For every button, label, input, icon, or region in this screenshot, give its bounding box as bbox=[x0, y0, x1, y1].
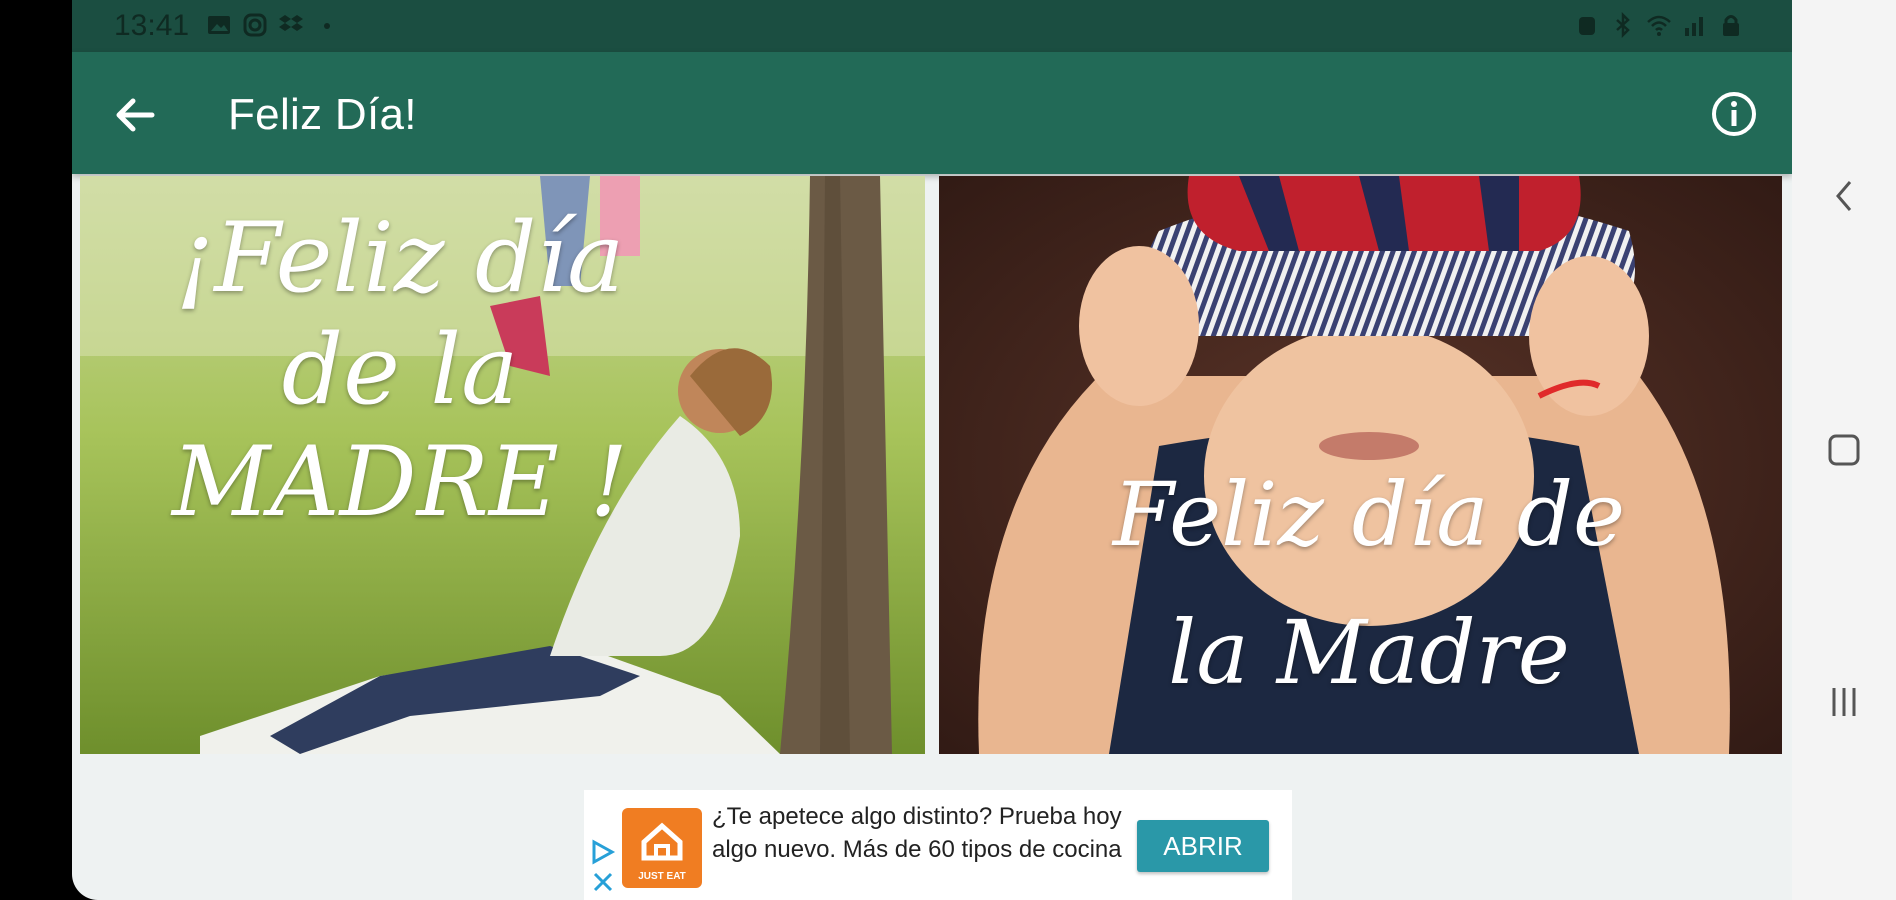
arrow-back-icon[interactable] bbox=[108, 88, 162, 142]
advertiser-logo[interactable]: JUST EAT bbox=[622, 808, 702, 888]
back-chevron-icon[interactable] bbox=[1830, 176, 1858, 216]
dropbox-icon bbox=[279, 15, 303, 31]
alarm-icon bbox=[1579, 17, 1595, 35]
greeting-card-mother-daughter[interactable]: ¡Feliz día de la MADRE ! bbox=[80, 176, 925, 754]
status-time: 13:41 bbox=[114, 9, 190, 42]
instagram-icon bbox=[243, 13, 267, 37]
phone-screen: 13:41 Feliz Día! ¡Feliz día de la MADRE … bbox=[72, 0, 1792, 900]
greeting-card-baby-hat[interactable]: Feliz día de la Madre bbox=[939, 176, 1782, 754]
dot-icon bbox=[324, 23, 330, 29]
wifi-icon bbox=[1647, 15, 1671, 36]
signal-icon bbox=[1685, 17, 1703, 36]
lock-icon bbox=[1723, 15, 1739, 36]
app-bar: Feliz Día! bbox=[72, 52, 1792, 174]
baby-with-hat-photo bbox=[939, 176, 1782, 754]
ad-banner[interactable]: JUST EAT ¿Te apetece algo distinto? Prue… bbox=[584, 790, 1292, 900]
gallery-icon bbox=[208, 16, 230, 34]
info-icon[interactable] bbox=[1710, 90, 1758, 138]
mother-child-park-photo bbox=[80, 176, 925, 754]
page-title: Feliz Día! bbox=[228, 90, 417, 139]
status-bar: 13:41 bbox=[72, 0, 1792, 52]
house-icon bbox=[641, 822, 683, 861]
advertiser-logo-caption: JUST EAT bbox=[638, 871, 686, 882]
ad-choices-icon[interactable] bbox=[588, 836, 618, 896]
system-nav-bar bbox=[1792, 0, 1896, 900]
recents-icon[interactable] bbox=[1824, 682, 1864, 722]
ad-text: ¿Te apetece algo distinto? Prueba hoy al… bbox=[712, 803, 1122, 863]
ad-open-button[interactable]: ABRIR bbox=[1137, 820, 1269, 872]
bluetooth-icon bbox=[1616, 12, 1630, 38]
home-square-icon[interactable] bbox=[1824, 430, 1864, 470]
